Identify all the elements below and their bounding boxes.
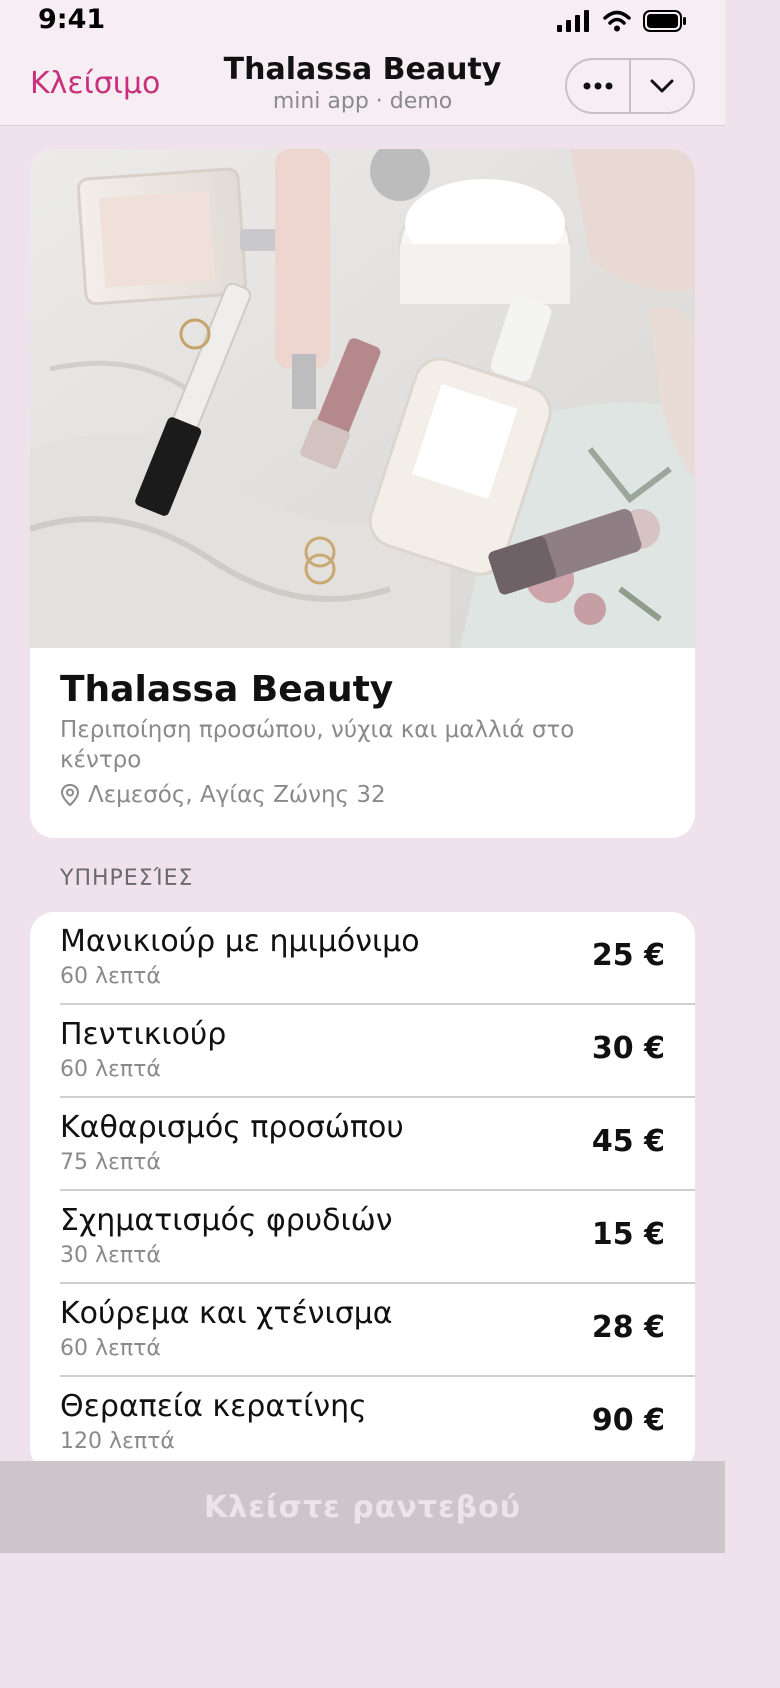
- mini-app-capsule: [565, 58, 695, 114]
- mini-app-page: 9:41 Κλείσιμο Thalassa Beauty mini app ·…: [0, 0, 725, 1688]
- wifi-icon: [603, 10, 631, 32]
- service-name: Μανικιούρ με ημιμόνιμο: [60, 924, 420, 959]
- shop-name: Thalassa Beauty: [60, 669, 394, 710]
- service-name: Καθαρισμός προσώπου: [60, 1110, 404, 1145]
- shop-card: Thalassa Beauty Περιποίηση προσώπου, νύχ…: [30, 149, 695, 838]
- shop-description: Περιποίηση προσώπου, νύχια και μαλλιά στ…: [60, 717, 575, 773]
- services-section-label: ΥΠΗΡΕΣΊΕΣ: [60, 866, 194, 891]
- shop-cover-image: [30, 149, 695, 648]
- service-row[interactable]: Θεραπεία κερατίνης 120 λεπτά 90 €: [30, 1377, 695, 1470]
- status-icons: [557, 10, 687, 32]
- bottom-safe-area: [0, 1553, 725, 1688]
- location-pin-icon: [60, 783, 80, 807]
- service-row[interactable]: Μανικιούρ με ημιμόνιμο 60 λεπτά 25 €: [30, 912, 695, 1005]
- service-duration: 75 λεπτά: [60, 1150, 161, 1175]
- app-title: Thalassa Beauty: [223, 52, 502, 87]
- service-price: 25 €: [591, 938, 665, 973]
- service-name: Σχηματισμός φρυδιών: [60, 1203, 393, 1238]
- app-header: Κλείσιμο Thalassa Beauty mini app · demo: [0, 44, 725, 126]
- status-bar: 9:41: [0, 0, 725, 44]
- collapse-button[interactable]: [631, 60, 693, 112]
- service-row[interactable]: Καθαρισμός προσώπου 75 λεπτά 45 €: [30, 1098, 695, 1191]
- app-subtitle: mini app · demo: [272, 89, 453, 114]
- service-row[interactable]: Πεντικιούρ 60 λεπτά 30 €: [30, 1005, 695, 1098]
- service-row[interactable]: Κούρεμα και χτένισμα 60 λεπτά 28 €: [30, 1284, 695, 1377]
- cellular-signal-icon: [557, 10, 589, 32]
- service-price: 45 €: [591, 1124, 665, 1159]
- service-price: 15 €: [591, 1217, 665, 1252]
- service-price: 28 €: [591, 1310, 665, 1345]
- chevron-down-icon: [650, 79, 674, 93]
- service-duration: 60 λεπτά: [60, 964, 161, 989]
- service-price: 90 €: [591, 1403, 665, 1438]
- service-duration: 120 λεπτά: [60, 1429, 175, 1454]
- header-titles: Thalassa Beauty mini app · demo: [200, 50, 525, 114]
- book-appointment-button[interactable]: Κλείστε ραντεβού: [0, 1461, 725, 1553]
- service-duration: 30 λεπτά: [60, 1243, 161, 1268]
- more-dots-icon: [583, 82, 613, 90]
- close-button[interactable]: Κλείσιμο: [30, 66, 160, 101]
- service-row[interactable]: Σχηματισμός φρυδιών 30 λεπτά 15 €: [30, 1191, 695, 1284]
- service-price: 30 €: [591, 1031, 665, 1066]
- battery-icon: [643, 10, 686, 32]
- shop-address: Λεμεσός, Αγίας Ζώνης 32: [60, 782, 386, 808]
- service-name: Κούρεμα και χτένισμα: [60, 1296, 393, 1331]
- service-duration: 60 λεπτά: [60, 1057, 161, 1082]
- shop-address-text: Λεμεσός, Αγίας Ζώνης 32: [88, 782, 386, 808]
- more-button[interactable]: [567, 60, 629, 112]
- service-name: Θεραπεία κερατίνης: [60, 1389, 367, 1424]
- status-time: 9:41: [38, 4, 106, 35]
- service-name: Πεντικιούρ: [60, 1017, 227, 1052]
- services-list: Μανικιούρ με ημιμόνιμο 60 λεπτά 25 € Πεν…: [30, 912, 695, 1472]
- service-duration: 60 λεπτά: [60, 1336, 161, 1361]
